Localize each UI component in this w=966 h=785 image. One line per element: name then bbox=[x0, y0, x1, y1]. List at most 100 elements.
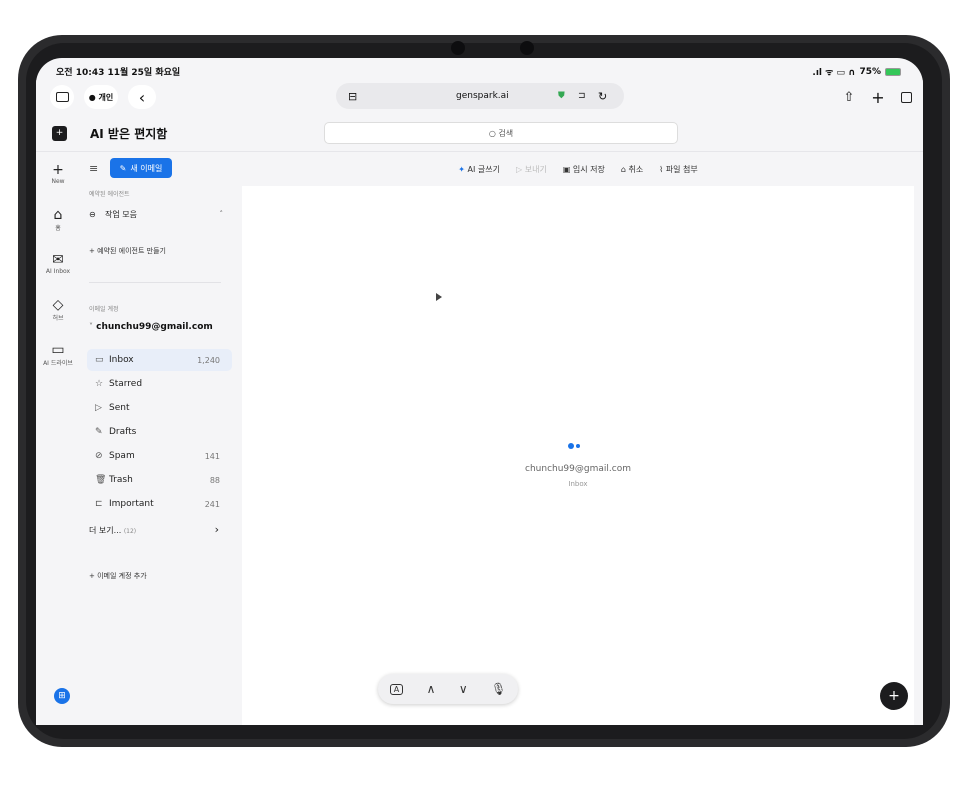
create-agent-label: 예약된 에이전트 만들기 bbox=[97, 247, 166, 255]
search-placeholder: 검색 bbox=[498, 128, 514, 138]
gift-icon[interactable]: ⊞ bbox=[54, 688, 70, 704]
app-header: + AI 받은 편지함 ○ 검색 bbox=[36, 116, 923, 152]
keyboard-key-icon[interactable]: A bbox=[389, 683, 404, 695]
plus-icon: + bbox=[89, 247, 95, 255]
plus-icon: + bbox=[52, 162, 64, 178]
folder-label: Trash bbox=[109, 475, 133, 485]
folder-important[interactable]: ⊏ Important 241 bbox=[87, 493, 232, 515]
folder-count: 88 bbox=[209, 475, 220, 485]
account-email: chunchu99@gmail.com bbox=[96, 322, 213, 332]
url-text: genspark.ai bbox=[456, 91, 509, 101]
send-icon: ▷ bbox=[516, 164, 523, 174]
add-account-link[interactable]: + 이메일 계정 추가 bbox=[89, 571, 147, 581]
section-reserved-agent: 예약된 에이전트 bbox=[89, 191, 130, 198]
send-button[interactable]: ▷ 보내기 bbox=[516, 164, 547, 175]
search-input[interactable]: ○ 검색 bbox=[324, 122, 678, 144]
inbox-icon: ✉ bbox=[52, 252, 64, 268]
chevron-right-icon: › bbox=[214, 523, 219, 536]
draft-icon: ✎ bbox=[95, 427, 103, 437]
divider bbox=[89, 282, 221, 283]
attach-button[interactable]: ⌇ 파일 첨부 bbox=[659, 164, 697, 175]
rail-item-home[interactable]: ⌂ 홈 bbox=[36, 207, 80, 232]
folder-label: Starred bbox=[109, 379, 143, 389]
share-icon: ⇧ bbox=[843, 89, 855, 105]
battery-icon bbox=[885, 67, 901, 76]
folder-drafts[interactable]: ✎ Drafts bbox=[87, 421, 232, 443]
plus-icon: + bbox=[89, 572, 95, 580]
sidebar-toggle-button[interactable] bbox=[50, 85, 74, 109]
content-folder: Inbox bbox=[568, 480, 588, 488]
signal-icon: .ıl ᯤ ▭ ∩ bbox=[812, 68, 856, 78]
magic-wand-icon: ✦ bbox=[458, 164, 465, 174]
rail-label: AI 드라이브 bbox=[43, 360, 73, 367]
sidebar-icon bbox=[55, 92, 69, 102]
task-icon: ⊖ bbox=[89, 209, 96, 219]
content-area: chunchu99@gmail.com Inbox bbox=[242, 186, 914, 725]
app-logo-icon[interactable]: + bbox=[52, 126, 67, 141]
new-email-label: 새 이메일 bbox=[130, 163, 163, 173]
cancel-button[interactable]: ⌂ 취소 bbox=[621, 164, 643, 175]
more-count: (12) bbox=[123, 528, 137, 535]
folder-trash[interactable]: 🗑 Trash 88 bbox=[87, 469, 232, 491]
shield-icon: ⛊ bbox=[558, 91, 565, 101]
send-label: 보내기 bbox=[524, 164, 547, 174]
attach-label: 파일 첨부 bbox=[665, 164, 698, 174]
reader-icon[interactable]: ⊐ bbox=[578, 91, 586, 101]
menu-icon[interactable]: ≡ bbox=[89, 162, 98, 175]
screen: 오전 10:43 11월 25일 화요일 .ıl ᯤ ▭ ∩ 75% ● 개인 … bbox=[36, 58, 923, 725]
rail-label: New bbox=[51, 178, 65, 185]
back-arrow-icon: ‹ bbox=[138, 87, 146, 107]
new-email-button[interactable]: ✎ 새 이메일 bbox=[110, 158, 172, 178]
tabs-button[interactable] bbox=[894, 85, 918, 109]
task-collection-item[interactable]: ⊖ 작업 모음 ˄ bbox=[89, 204, 225, 224]
folder-label: Drafts bbox=[109, 427, 137, 437]
more-label: 더 보기... bbox=[89, 526, 122, 535]
rail-item-ai-drive[interactable]: ▭ AI 드라이브 bbox=[36, 342, 80, 367]
compose-toolbar: ✦ AI 글쓰기 ▷ 보내기 ▣ 임시 저장 ⌂ 취소 ⌇ 파일 첨부 bbox=[242, 152, 914, 186]
create-agent-link[interactable]: + 예약된 에이전트 만들기 bbox=[89, 246, 166, 256]
folder-count: 1,240 bbox=[197, 355, 220, 365]
profile-button[interactable]: ● 개인 bbox=[84, 85, 118, 109]
chevron-down-icon[interactable]: ∨ bbox=[459, 682, 468, 696]
ai-assistant-button[interactable]: + bbox=[880, 682, 908, 710]
status-right: .ıl ᯤ ▭ ∩ 75% bbox=[812, 65, 901, 78]
account-header[interactable]: ˅ chunchu99@gmail.com bbox=[89, 322, 213, 332]
save-draft-button[interactable]: ▣ 임시 저장 bbox=[563, 164, 605, 175]
profile-label: 개인 bbox=[98, 92, 114, 102]
trash-icon: 🗑 bbox=[95, 475, 107, 485]
sidebar: ≡ ✎ 새 이메일 예약된 에이전트 ⊖ 작업 모음 ˄ + 예약된 에이전트 … bbox=[80, 152, 242, 725]
ai-write-label: AI 글쓰기 bbox=[467, 164, 501, 174]
rail-item-hub[interactable]: ◇ 허브 bbox=[36, 297, 80, 322]
sparkle-icon: + bbox=[888, 688, 900, 704]
url-bar[interactable]: ⊟ genspark.ai ⛊ ⊐ ↻ bbox=[336, 83, 624, 109]
hub-icon: ◇ bbox=[52, 297, 64, 313]
reload-icon[interactable]: ↻ bbox=[598, 90, 607, 103]
save-icon: ▣ bbox=[562, 164, 571, 174]
folder-label: Spam bbox=[109, 451, 135, 461]
ai-write-button[interactable]: ✦ AI 글쓰기 bbox=[458, 164, 500, 175]
spam-icon: ⊘ bbox=[95, 451, 103, 461]
more-folders-link[interactable]: 더 보기... (12) › bbox=[89, 523, 219, 536]
share-button[interactable]: ⇧ bbox=[836, 85, 862, 109]
folder-sent[interactable]: ▷ Sent bbox=[87, 397, 232, 419]
task-collection-label: 작업 모음 bbox=[105, 209, 137, 219]
rail-item-new[interactable]: + New bbox=[36, 162, 80, 185]
save-draft-label: 임시 저장 bbox=[572, 164, 605, 174]
folder-spam[interactable]: ⊘ Spam 141 bbox=[87, 445, 232, 467]
main-panel: ✦ AI 글쓰기 ▷ 보내기 ▣ 임시 저장 ⌂ 취소 ⌇ 파일 첨부 chun… bbox=[242, 152, 914, 725]
chevron-up-icon[interactable]: ∧ bbox=[427, 682, 436, 696]
camera-icon bbox=[451, 41, 465, 55]
battery-level: 75% bbox=[859, 66, 881, 77]
back-button[interactable]: ‹ bbox=[128, 85, 156, 109]
folder-icon: ▭ bbox=[51, 342, 65, 358]
folder-count: 241 bbox=[204, 499, 220, 509]
rail-label: 홈 bbox=[55, 225, 61, 232]
microphone-icon[interactable]: 🎙 bbox=[491, 682, 506, 696]
trash-icon: ⌂ bbox=[620, 164, 626, 174]
new-tab-button[interactable]: + bbox=[866, 85, 890, 109]
folder-starred[interactable]: ☆ Starred bbox=[87, 373, 232, 395]
status-time: 오전 10:43 11월 25일 화요일 bbox=[56, 68, 181, 78]
rail-item-ai-inbox[interactable]: ✉ AI Inbox bbox=[36, 252, 80, 275]
page-menu-icon[interactable]: ⊟ bbox=[348, 90, 357, 103]
folder-inbox[interactable]: ▭ Inbox 1,240 bbox=[87, 349, 232, 371]
